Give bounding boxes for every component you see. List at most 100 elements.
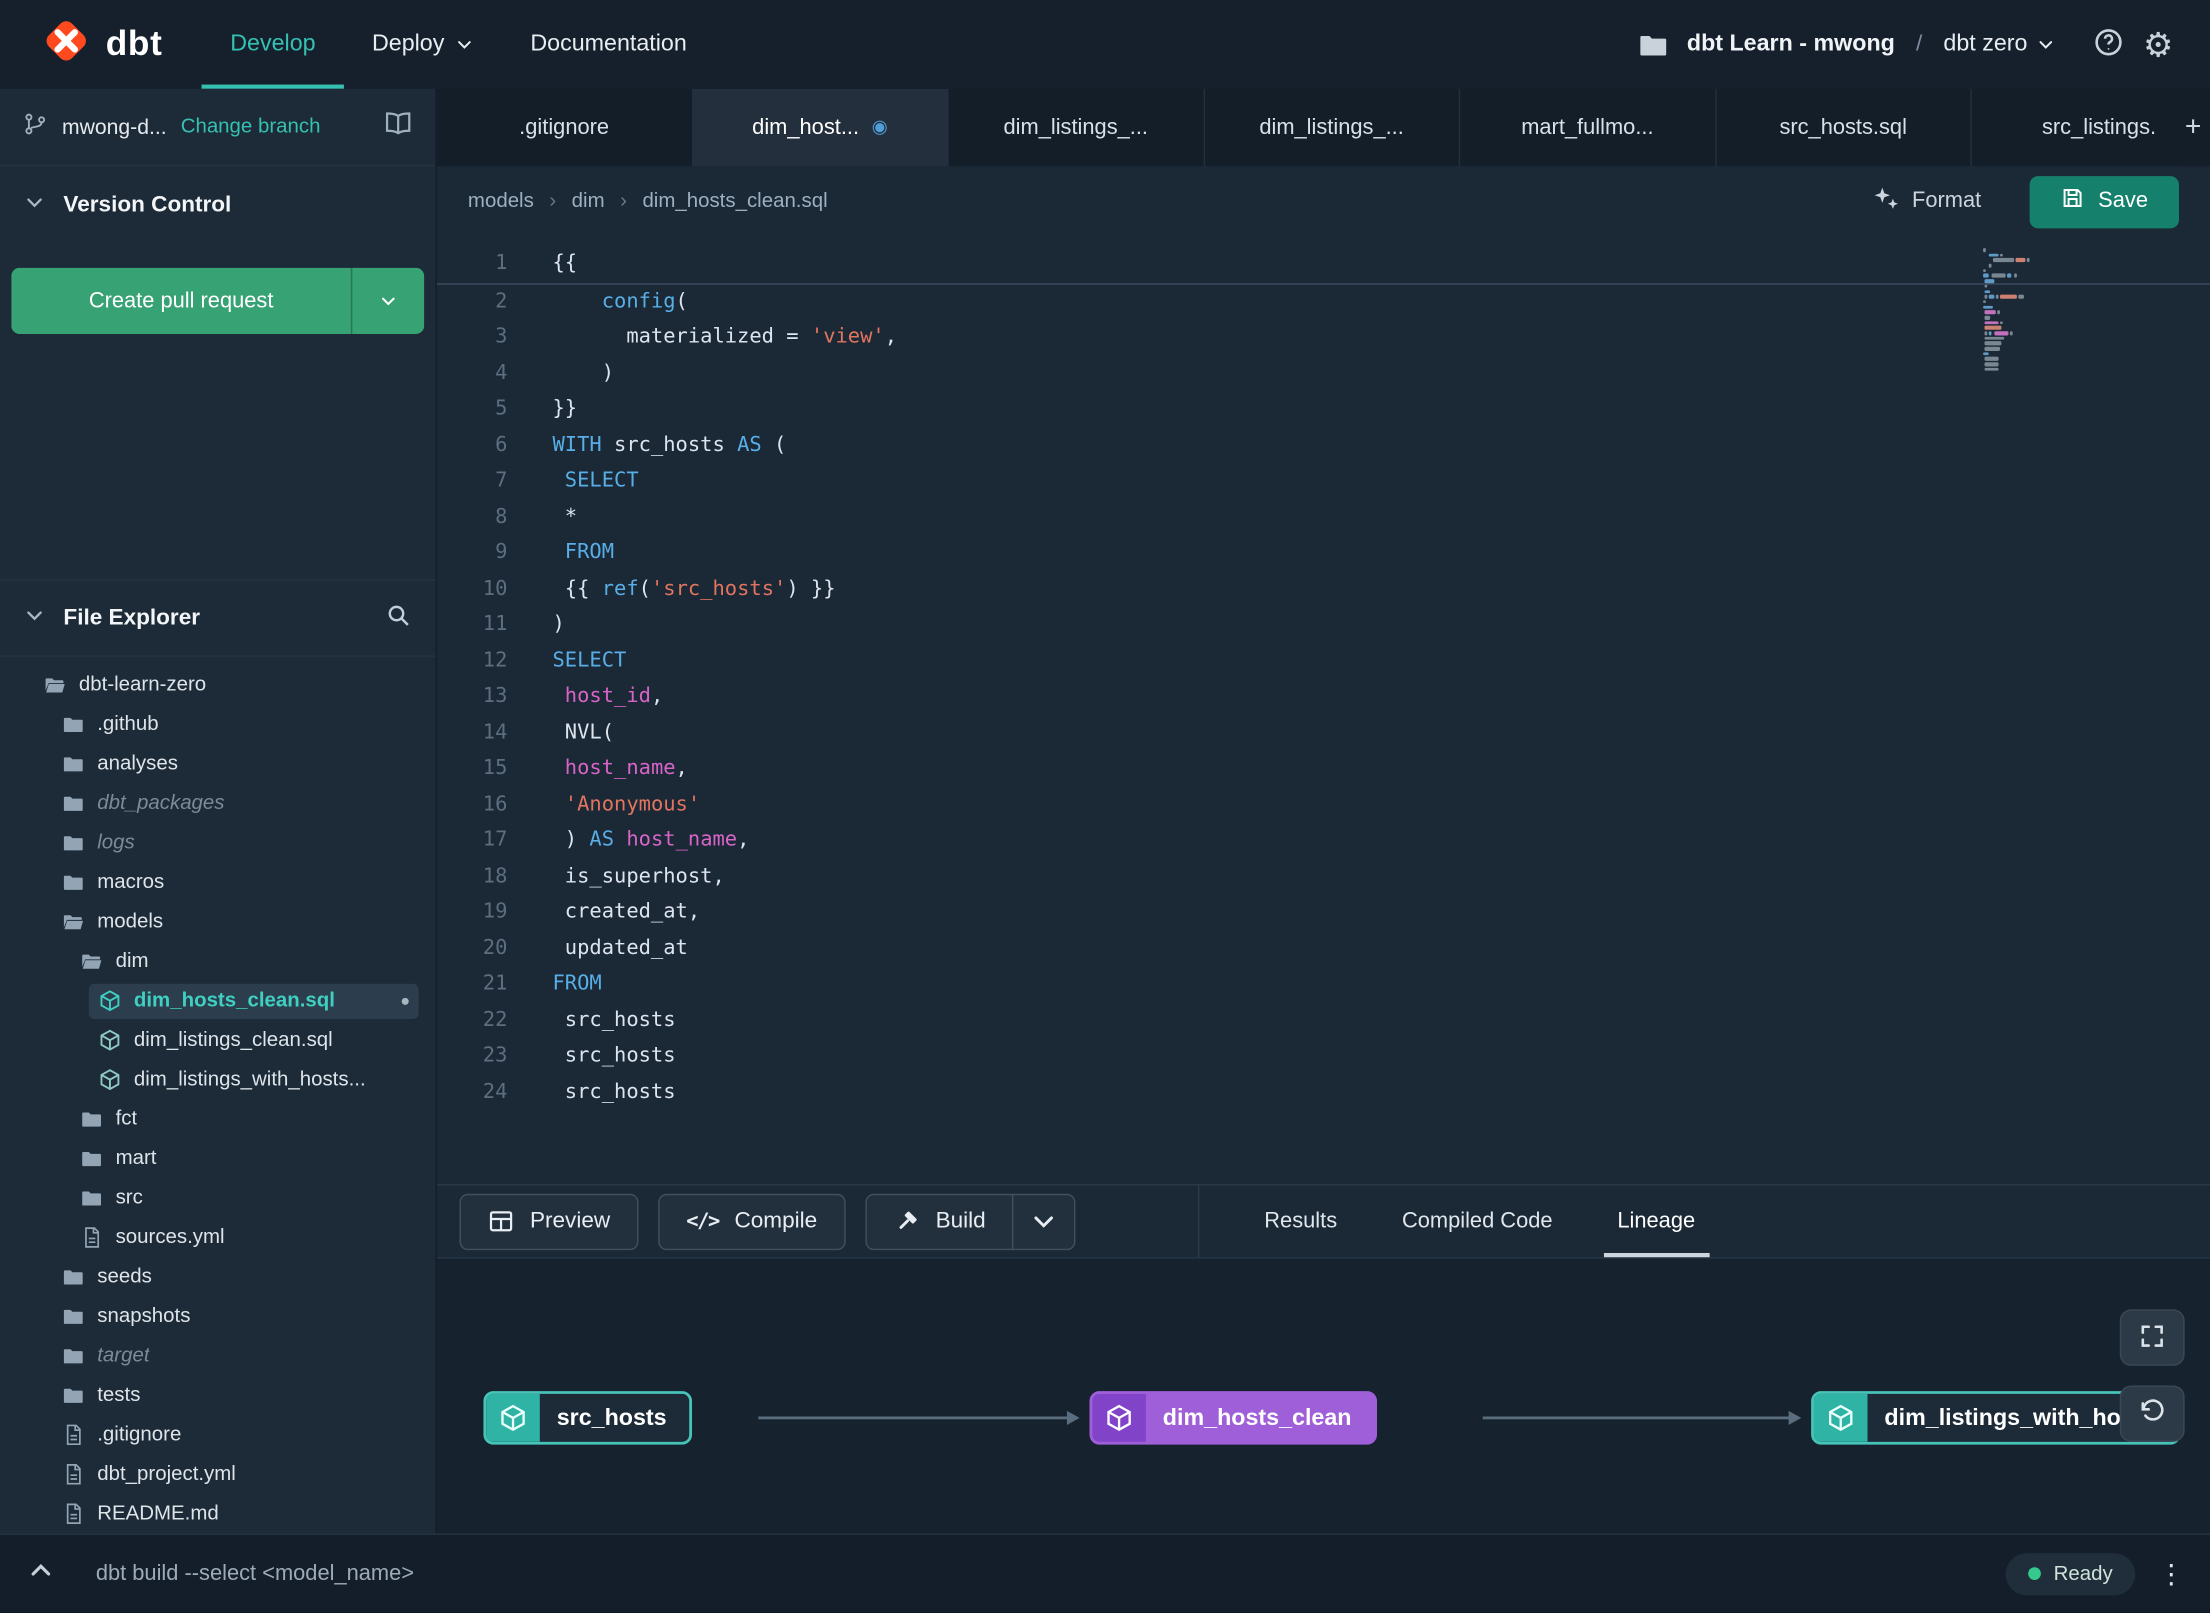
tree-item[interactable]: logs [0,823,436,862]
panel-tab-results[interactable]: Results [1264,1185,1337,1257]
panel-tab-compiled-code[interactable]: Compiled Code [1402,1185,1553,1257]
tree-item[interactable]: dbt_packages [0,784,436,823]
pr-options-button[interactable] [350,267,425,335]
tree-item[interactable]: fct [0,1099,436,1138]
build-options-button[interactable] [1012,1193,1076,1250]
command-bar-toggle[interactable] [25,1555,56,1593]
tree-item[interactable]: seeds [0,1257,436,1296]
editor-minimap[interactable] [1983,248,2037,373]
line-number: 11 [482,613,508,636]
tree-item-inner: dim [70,944,418,979]
new-tab-button[interactable]: + [2176,88,2210,167]
editor-tab[interactable]: dim_listings_... [1204,88,1461,167]
code-line[interactable]: 7 SELECT [437,464,2210,500]
minimap-line [1983,284,2037,289]
status-badge: Ready [2005,1552,2136,1595]
tree-item[interactable]: dim_hosts_clean.sql [0,981,436,1020]
nav-item-develop[interactable]: Develop [202,0,344,89]
code-line[interactable]: 23 src_hosts [437,1039,2210,1075]
docs-book-button[interactable] [383,109,413,146]
editor-tab[interactable]: src_listings. [1972,89,2176,167]
panel-tab-lineage[interactable]: Lineage [1603,1185,1710,1258]
code-line[interactable]: 2 config( [437,284,2210,320]
environment-selector[interactable]: dbt zero [1943,31,2055,58]
dbt-logo[interactable]: dbt [0,0,202,89]
code-line[interactable]: 9 FROM [437,536,2210,572]
editor-tab-label: dim_host... [752,114,860,139]
editor-tab[interactable]: src_hosts.sql [1716,88,1972,167]
build-button[interactable]: Build [865,1193,1014,1250]
fullscreen-button[interactable] [2119,1309,2185,1366]
code-line[interactable]: 3 materialized = 'view', [437,320,2210,356]
lineage-controls [2119,1309,2185,1442]
history-button[interactable] [2119,1385,2185,1442]
tree-item[interactable]: mart [0,1139,436,1178]
code-line[interactable]: 17 ) AS host_name, [437,823,2210,859]
code-line[interactable]: 10 {{ ref('src_hosts') }} [437,572,2210,608]
tree-item[interactable]: macros [0,863,436,902]
code-line[interactable]: 21 FROM [437,967,2210,1003]
tree-item[interactable]: analyses [0,744,436,783]
tree-item-inner: macros [52,865,418,900]
tree-item[interactable]: dim_listings_clean.sql [0,1020,436,1059]
breadcrumb-item[interactable]: dim_hosts_clean.sql [642,190,827,213]
code-line[interactable]: 6 WITH src_hosts AS ( [437,428,2210,464]
editor-tab[interactable]: dim_host... ◉ [692,88,949,167]
file-explorer-header[interactable]: File Explorer [0,579,436,657]
command-input[interactable]: dbt build --select <model_name> [96,1561,414,1586]
code-editor[interactable]: 1{{2 config(3 materialized = 'view', 4 ) 5… [436,237,2210,1184]
tree-item[interactable]: dim_listings_with_hosts... [0,1060,436,1099]
help-button[interactable] [2094,27,2125,62]
tree-item[interactable]: .github [0,705,436,744]
editor-tab[interactable]: dim_listings_... [949,88,1205,167]
tree-item[interactable]: src [0,1178,436,1217]
tree-item[interactable]: models [0,902,436,941]
format-button[interactable]: Format [1871,184,1981,219]
code-line[interactable]: 4 ) [437,356,2210,392]
file-search-button[interactable] [385,601,412,635]
code-line[interactable]: 15 host_name, [437,751,2210,787]
code-line[interactable]: 18 is_superhost, [437,859,2210,895]
tree-item[interactable]: target [0,1336,436,1375]
nav-item-documentation[interactable]: Documentation [502,0,715,89]
tree-item[interactable]: snapshots [0,1297,436,1336]
code-line[interactable]: 12 SELECT [437,643,2210,679]
code-line[interactable]: 16 'Anonymous' [437,787,2210,823]
breadcrumb-item[interactable]: models [468,190,534,213]
code-line[interactable]: 11) [437,607,2210,643]
settings-button[interactable]: ⚙ [2143,27,2173,61]
code-line[interactable]: 19 created_at, [437,895,2210,931]
code-line[interactable]: 1 {{ [436,247,2210,285]
lineage-node[interactable]: src_hosts [483,1391,692,1445]
code-line[interactable]: 14 NVL( [437,715,2210,751]
create-pull-request-button[interactable]: Create pull request [11,267,351,335]
tree-item-label: tests [97,1384,141,1407]
tree-item[interactable]: dbt-learn-zero [0,665,436,704]
version-control-header[interactable]: Version Control [0,166,436,244]
code-line[interactable]: 24 src_hosts [437,1075,2210,1111]
editor-tab[interactable]: .gitignore [437,88,693,167]
preview-button[interactable]: Preview [459,1193,639,1250]
overflow-menu-button[interactable]: ⋮ [2158,1558,2185,1589]
breadcrumb-item[interactable]: dim [572,190,605,213]
tree-item[interactable]: dbt_project.yml [0,1455,436,1494]
tree-item[interactable]: dim [0,942,436,981]
tree-item[interactable]: README.md [0,1494,436,1533]
tree-item[interactable]: tests [0,1376,436,1415]
nav-item-deploy[interactable]: Deploy [344,0,502,89]
editor-tab[interactable]: mart_fullmo... [1460,88,1716,167]
compile-button[interactable]: </> Compile [658,1193,846,1250]
save-button[interactable]: Save [2029,175,2179,228]
code-line[interactable]: 13 host_id, [437,679,2210,715]
code-line[interactable]: 5}} [437,392,2210,428]
code-line[interactable]: 20 updated_at [437,931,2210,967]
tree-item[interactable]: .gitignore [0,1415,436,1454]
editor-toolbar: models › dim › dim_hosts_clean.sql Format [436,166,2210,237]
lineage-canvas[interactable]: src_hosts dim_hosts_clean dim_listings_wit… [436,1258,2210,1534]
hammer-icon [893,1208,920,1235]
code-line[interactable]: 8 * [437,500,2210,536]
change-branch-link[interactable]: Change branch [181,116,321,139]
code-line[interactable]: 22 src_hosts [437,1003,2210,1039]
lineage-node[interactable]: dim_hosts_clean [1089,1391,1377,1445]
tree-item[interactable]: sources.yml [0,1218,436,1257]
